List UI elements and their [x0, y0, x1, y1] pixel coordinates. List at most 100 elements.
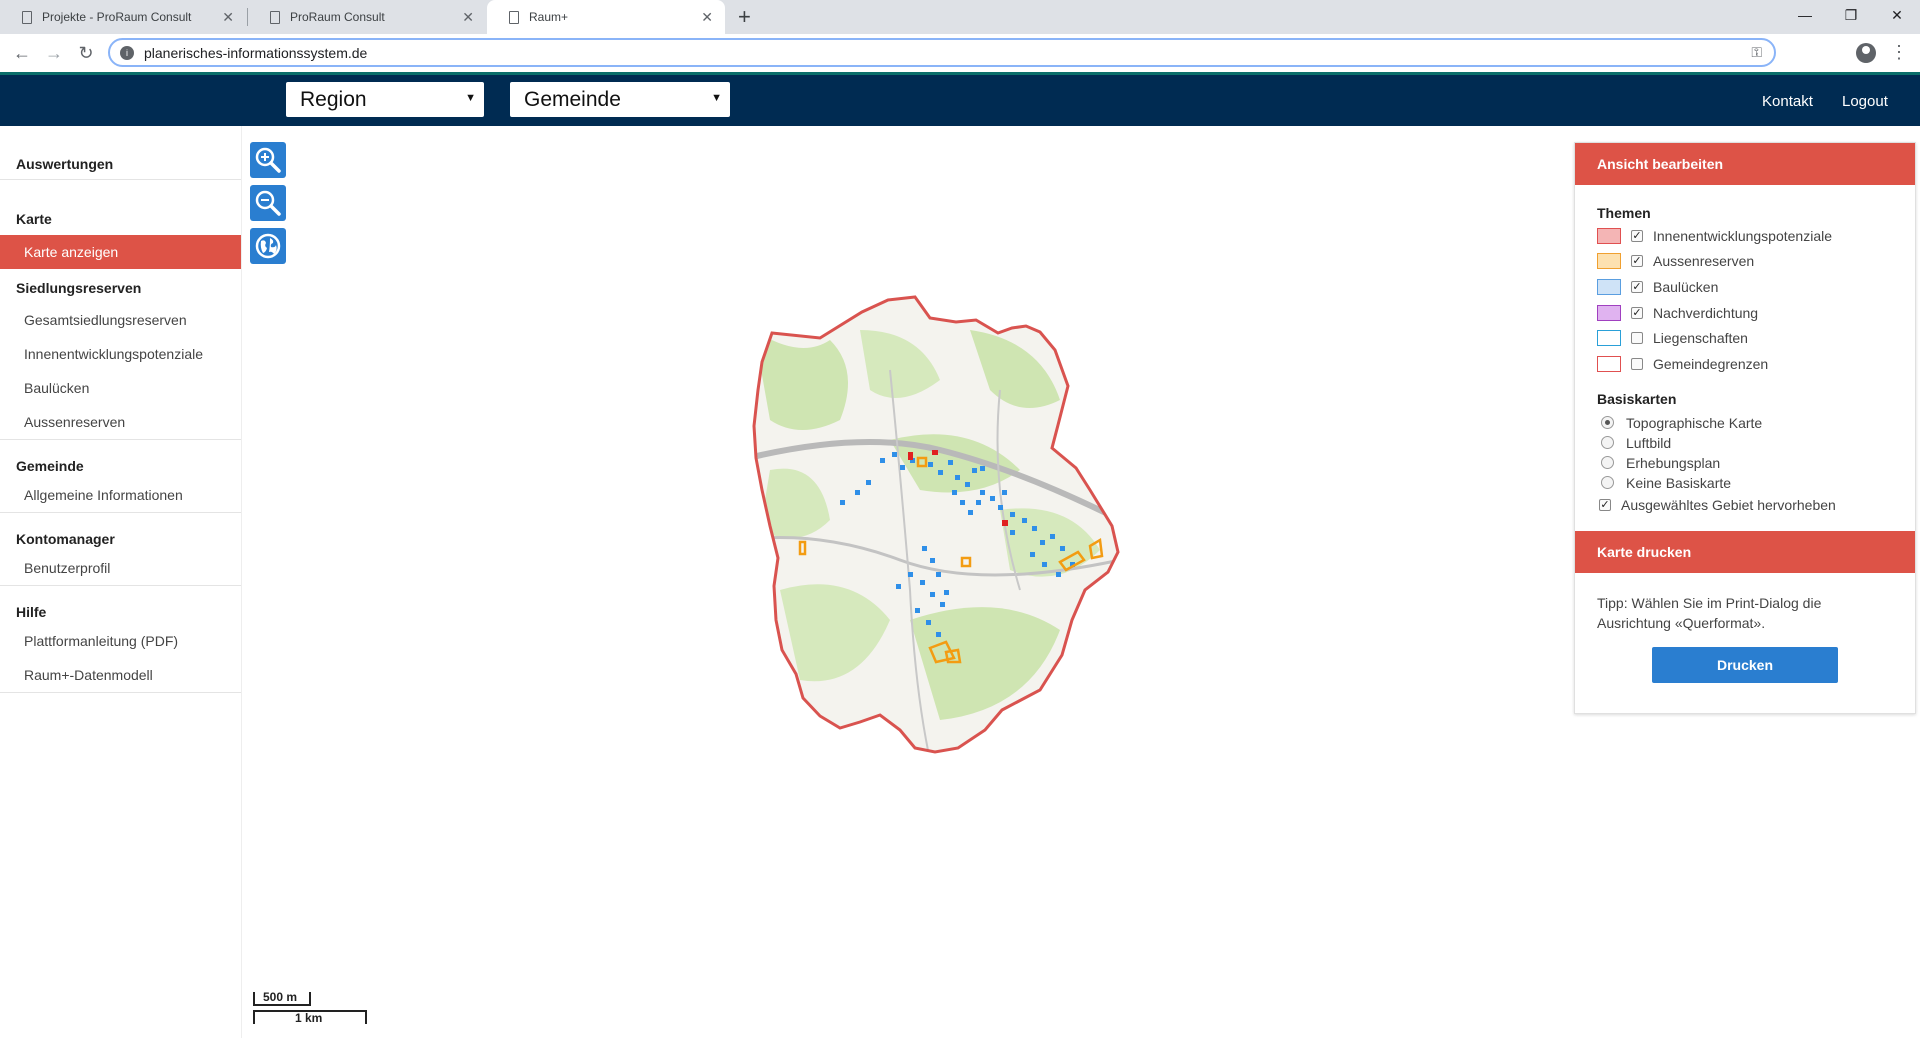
gemeinde-select-label: Gemeinde: [524, 87, 621, 111]
sidebar-section-auswertungen: Auswertungen: [0, 126, 241, 180]
browser-tab[interactable]: Projekte - ProRaum Consult ✕: [0, 0, 246, 34]
zoom-in-icon: [255, 147, 281, 173]
themen-list: ✓ Innenentwicklungspotenziale ✓ Aussenreser…: [1575, 223, 1915, 377]
sidebar-item-datenmodell[interactable]: Raum+-Datenmodell: [0, 658, 241, 692]
checkbox[interactable]: ✓: [1631, 255, 1643, 268]
app-header: Region ▼ Gemeinde ▼ Kontakt Logout: [0, 72, 1920, 126]
radio-button[interactable]: [1601, 456, 1614, 470]
sidebar-item-innenentwicklungspotenziale[interactable]: Innenentwicklungspotenziale: [0, 337, 241, 371]
legend-swatch: [1597, 278, 1621, 295]
checkbox[interactable]: ✓: [1631, 280, 1643, 293]
basemap-option[interactable]: Luftbild: [1575, 433, 1915, 453]
scale-bar: 500 m 1 km: [253, 990, 367, 1030]
zoom-in-button[interactable]: [250, 142, 286, 178]
legend-swatch: [1597, 330, 1621, 347]
sidebar-item-plattformanleitung[interactable]: Plattformanleitung (PDF): [0, 624, 241, 658]
close-icon[interactable]: ✕: [462, 9, 474, 26]
logout-link[interactable]: Logout: [1842, 93, 1888, 110]
back-icon[interactable]: ←: [10, 41, 34, 65]
sidebar-item-benutzerprofil[interactable]: Benutzerprofil: [0, 551, 241, 585]
full-extent-button[interactable]: [250, 228, 286, 264]
theme-label: Baulücken: [1653, 278, 1719, 295]
address-bar[interactable]: i planerisches-informationssystem.de ⚿: [108, 38, 1776, 67]
theme-row[interactable]: ✓ Innenentwicklungspotenziale: [1575, 223, 1915, 249]
sidebar-heading-kontomanager: Kontomanager: [16, 531, 115, 547]
basemap-option[interactable]: Erhebungsplan: [1575, 453, 1915, 473]
radio-button[interactable]: [1601, 416, 1614, 430]
sidebar-heading-hilfe: Hilfe: [16, 604, 47, 620]
window-close-icon[interactable]: ✕: [1874, 0, 1920, 30]
url-text[interactable]: planerisches-informationssystem.de: [144, 45, 367, 61]
browser-tab-active[interactable]: Raum+ ✕: [487, 0, 725, 34]
tab-title: Raum+: [529, 10, 569, 24]
basiskarten-label: Basiskarten: [1597, 390, 1677, 407]
print-button[interactable]: Drucken: [1652, 646, 1838, 683]
browser-tab[interactable]: ProRaum Consult ✕: [248, 0, 486, 34]
region-select-label: Region: [300, 87, 367, 111]
basemap-option[interactable]: Topographische Karte: [1575, 413, 1915, 433]
legend-swatch: [1597, 227, 1621, 244]
highlight-label: Ausgewähltes Gebiet hervorheben: [1621, 496, 1836, 513]
checkbox[interactable]: ✓: [1631, 229, 1643, 242]
sidebar-section-karte: Karte Karte anzeigen Siedlungsreserven G…: [0, 194, 241, 440]
minimize-icon[interactable]: —: [1782, 0, 1828, 30]
basiskarten-list: Topographische Karte Luftbild Erhebungspla…: [1575, 413, 1915, 493]
sidebar-item-karte-anzeigen[interactable]: Karte anzeigen: [0, 235, 241, 269]
basemap-label: Keine Basiskarte: [1626, 474, 1732, 491]
sidebar-section-kontomanager: Kontomanager Benutzerprofil: [0, 513, 241, 586]
sidebar: Auswertungen Karte Karte anzeigen Siedlu…: [0, 126, 242, 1038]
zoom-out-icon: [255, 190, 281, 216]
theme-row[interactable]: ✓ Baulücken: [1575, 274, 1915, 300]
close-icon[interactable]: ✕: [701, 9, 713, 26]
basemap-option[interactable]: Keine Basiskarte: [1575, 473, 1915, 493]
theme-label: Liegenschaften: [1653, 330, 1748, 347]
sidebar-heading-karte: Karte: [16, 211, 52, 227]
region-select[interactable]: Region ▼: [286, 82, 484, 117]
municipality-map[interactable]: [740, 290, 1180, 760]
legend-swatch: [1597, 304, 1621, 321]
kontakt-link[interactable]: Kontakt: [1762, 93, 1813, 110]
theme-row[interactable]: Gemeindegrenzen: [1575, 351, 1915, 377]
new-tab-icon[interactable]: +: [738, 4, 751, 30]
forward-icon[interactable]: →: [42, 41, 66, 65]
info-icon[interactable]: i: [120, 45, 134, 60]
theme-label: Aussenreserven: [1653, 253, 1755, 270]
reload-icon[interactable]: ↻: [74, 41, 98, 65]
caret-down-icon: ▼: [465, 92, 476, 104]
restore-icon[interactable]: ❐: [1828, 0, 1874, 30]
sidebar-heading-gemeinde: Gemeinde: [16, 458, 84, 474]
basemap-label: Erhebungsplan: [1626, 454, 1721, 471]
page-icon: [22, 10, 32, 24]
theme-row[interactable]: ✓ Nachverdichtung: [1575, 300, 1915, 326]
profile-icon[interactable]: [1856, 43, 1876, 63]
menu-icon[interactable]: ⋮: [1890, 40, 1908, 64]
radio-button[interactable]: [1601, 436, 1614, 450]
legend-swatch: [1597, 253, 1621, 270]
checkbox[interactable]: ✓: [1599, 498, 1611, 511]
sidebar-item-allgemeine-informationen[interactable]: Allgemeine Informationen: [0, 478, 241, 512]
checkbox[interactable]: [1631, 332, 1643, 345]
sidebar-item-bauluecken[interactable]: Baulücken: [0, 371, 241, 405]
theme-label: Nachverdichtung: [1653, 304, 1759, 321]
browser-tabbar: Projekte - ProRaum Consult ✕ ProRaum Con…: [0, 0, 1920, 34]
scale-label-small: 500 m: [263, 990, 298, 1004]
theme-label: Innenentwicklungspotenziale: [1653, 227, 1833, 244]
close-icon[interactable]: ✕: [222, 9, 234, 26]
zoom-out-button[interactable]: [250, 185, 286, 221]
print-tip: Tipp: Wählen Sie im Print-Dialog die Aus…: [1597, 594, 1822, 631]
sidebar-item-aussenreserven[interactable]: Aussenreserven: [0, 405, 241, 439]
key-icon[interactable]: ⚿: [1751, 44, 1762, 61]
panel-title-ansicht: Ansicht bearbeiten: [1575, 143, 1915, 185]
theme-row[interactable]: Liegenschaften: [1575, 325, 1915, 351]
gemeinde-select[interactable]: Gemeinde ▼: [510, 82, 730, 117]
sidebar-item-gesamtsiedlungsreserven[interactable]: Gesamtsiedlungsreserven: [0, 303, 241, 337]
radio-button[interactable]: [1601, 476, 1614, 490]
legend-swatch: [1597, 355, 1621, 372]
sidebar-item-auswertungen[interactable]: Auswertungen: [0, 156, 241, 172]
checkbox[interactable]: ✓: [1631, 306, 1643, 319]
highlight-toggle[interactable]: ✓ Ausgewähltes Gebiet hervorheben: [1575, 493, 1915, 517]
basemap-label: Topographische Karte: [1626, 414, 1763, 431]
theme-row[interactable]: ✓ Aussenreserven: [1575, 249, 1915, 275]
checkbox[interactable]: [1631, 357, 1643, 370]
